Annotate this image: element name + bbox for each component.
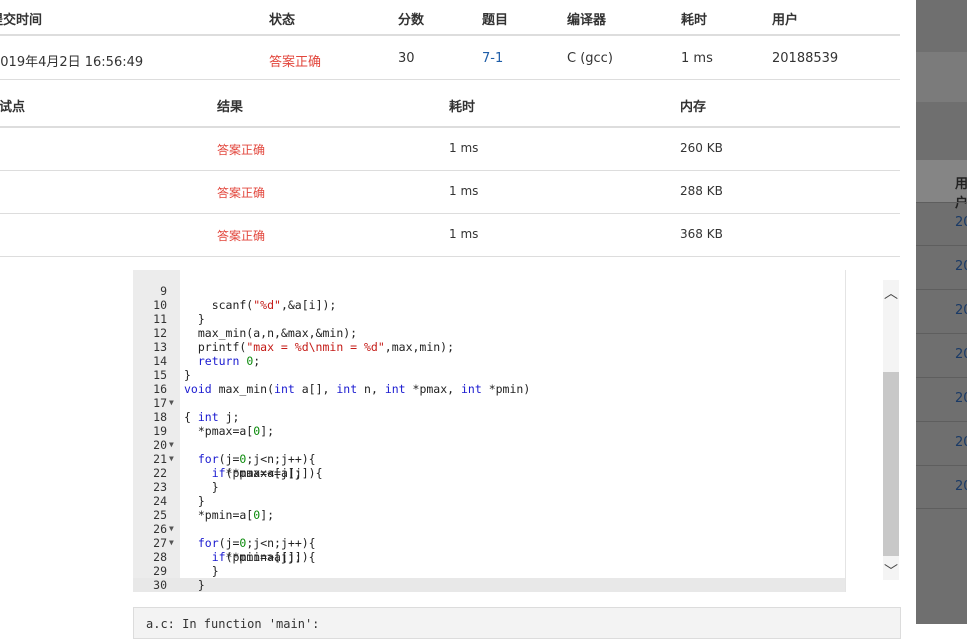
code-line: 29 } [153, 564, 205, 592]
side-panel-user[interactable]: 20 [955, 303, 967, 318]
test-memory: 288 KB [680, 184, 723, 198]
row-divider [916, 508, 967, 509]
row-divider [0, 170, 900, 171]
code-line: 17 int j; [153, 396, 240, 424]
code-line: 12 printf("max = %d\nmin = %d",max,min); [153, 326, 455, 354]
test-memory: 368 KB [680, 227, 723, 241]
header-divider [0, 34, 900, 36]
side-panel-user[interactable]: 20 [955, 259, 967, 274]
code-line: 19 ▼ for(j=0;j<n;j++){ [153, 424, 316, 466]
code-line: 9 scanf("%d",&a[i]); [160, 284, 337, 312]
compiler-value: C (gcc) [567, 51, 613, 66]
score-value: 30 [398, 51, 415, 66]
test-duration: 1 ms [449, 184, 479, 198]
submit-time: 2019年4月2日 16:56:49 [0, 55, 144, 70]
test-duration: 1 ms [449, 227, 479, 241]
header-submit-time: 提交时间 [0, 13, 43, 28]
header-compiler: 编译器 [567, 13, 607, 28]
header-test-point: 测试点 [0, 100, 26, 115]
test-result[interactable]: 答案正确 [217, 184, 265, 201]
side-panel-user[interactable]: 20 [955, 347, 967, 362]
code-line: 15 void max_min(int a[], int n, int *pma… [153, 368, 531, 396]
header-test-duration: 耗时 [449, 100, 476, 115]
side-panel-user[interactable]: 20 [955, 479, 967, 494]
test-result[interactable]: 答案正确 [217, 227, 265, 244]
side-panel-user[interactable]: 20 [955, 391, 967, 406]
side-panel-band [916, 52, 967, 102]
test-duration: 1 ms [449, 141, 479, 155]
compile-output-text: a.c: In function 'main': [146, 617, 320, 631]
row-divider [0, 213, 900, 214]
code-line: 10 } [153, 298, 205, 326]
code-line: 31 [133, 578, 899, 592]
code-line: 26 ▼ if(*pmin>a[j]){ [153, 522, 316, 564]
code-editor[interactable]: 9 scanf("%d",&a[i]); 10 } 11 max_min(a,n… [133, 270, 899, 592]
code-line: 22 } [153, 466, 219, 494]
row-divider [0, 256, 900, 257]
test-memory: 260 KB [680, 141, 723, 155]
header-problem: 题目 [482, 13, 509, 28]
code-line: 23 } [153, 480, 205, 508]
editor-scroll-thumb[interactable] [883, 372, 899, 556]
scroll-up-icon[interactable]: ︿ [884, 283, 898, 303]
code-line: 28 } [153, 550, 219, 578]
code-line: 30 } [153, 578, 167, 592]
problem-link[interactable]: 7-1 [482, 51, 503, 66]
status-badge[interactable]: 答案正确 [269, 51, 321, 70]
row-divider [0, 79, 900, 80]
header-status: 状态 [269, 13, 296, 28]
code-line: 13 return 0; [153, 340, 261, 368]
header-memory: 内存 [680, 100, 707, 115]
code-line: 11 max_min(a,n,&max,&min); [153, 312, 358, 340]
code-line: 16 ▼ { [153, 382, 191, 424]
side-panel-user[interactable]: 20 [955, 435, 967, 450]
user-value: 20188539 [772, 51, 839, 66]
code-line: 14 } [153, 354, 191, 382]
code-line: 24 *pmin=a[0]; [153, 494, 275, 522]
code-line: 20 ▼ if(*pmax<=a[j]){ [153, 438, 323, 480]
header-result: 结果 [217, 100, 244, 115]
code-line: 27 *pmin=a[j]; [153, 536, 302, 564]
duration-value: 1 ms [681, 51, 713, 66]
code-line: 25 ▼ for(j=0;j<n;j++){ [153, 508, 316, 550]
test-result[interactable]: 答案正确 [217, 141, 265, 158]
scroll-down-icon[interactable]: ﹀ [884, 561, 898, 581]
header-duration: 耗时 [681, 13, 708, 28]
header-divider [0, 126, 900, 128]
header-user: 用户 [772, 13, 799, 28]
code-line: 18 *pmax=a[0]; [153, 410, 275, 438]
side-panel-user[interactable]: 20 [955, 215, 967, 230]
code-line: 21 *pmax=a[j]; [153, 452, 302, 480]
header-score: 分数 [398, 13, 425, 28]
